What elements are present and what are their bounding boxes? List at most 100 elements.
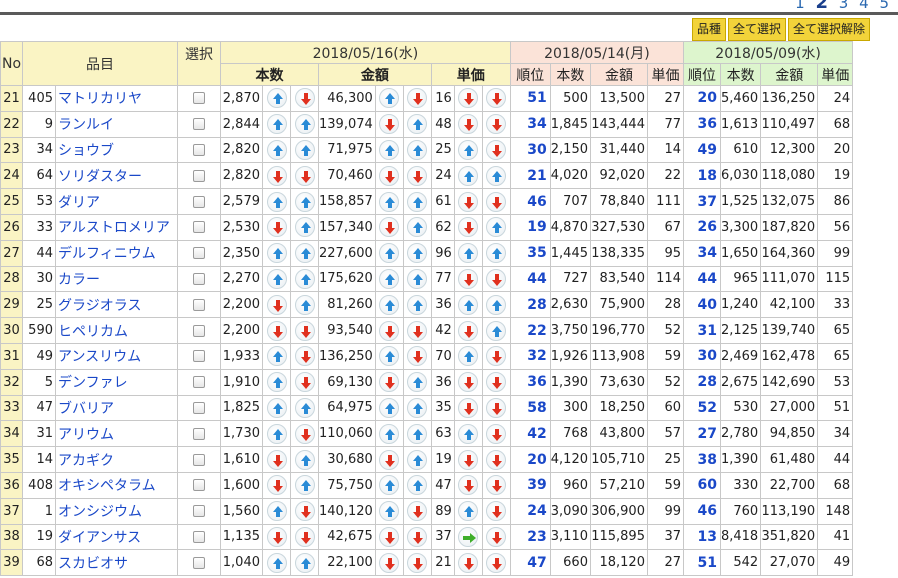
arrow-down-icon[interactable]: [379, 526, 400, 547]
item-name-link[interactable]: ヒペリカム: [55, 317, 178, 344]
item-name-link[interactable]: オキシペタラム: [55, 471, 178, 499]
item-name-link[interactable]: ショウブ: [55, 136, 178, 164]
col-amount[interactable]: 金額: [318, 63, 432, 86]
item-name-link[interactable]: オンシジウム: [55, 497, 178, 525]
arrow-up-icon[interactable]: [266, 191, 287, 212]
row-checkbox[interactable]: [193, 556, 205, 569]
row-checkbox[interactable]: [193, 169, 205, 182]
arrow-down-icon[interactable]: [458, 217, 479, 238]
arrow-down-icon[interactable]: [294, 372, 315, 393]
item-name-link[interactable]: ソリダスター: [55, 162, 178, 190]
arrow-down-icon[interactable]: [458, 397, 479, 418]
arrow-up-icon[interactable]: [486, 320, 507, 341]
arrow-down-icon[interactable]: [407, 320, 428, 341]
arrow-up-icon[interactable]: [266, 243, 287, 264]
arrow-up-icon[interactable]: [486, 294, 507, 315]
arrow-down-icon[interactable]: [294, 501, 315, 522]
arrow-down-icon[interactable]: [379, 217, 400, 238]
arrow-down-icon[interactable]: [379, 320, 400, 341]
arrow-up-icon[interactable]: [266, 552, 287, 573]
arrow-up-icon[interactable]: [407, 372, 428, 393]
row-checkbox[interactable]: [193, 350, 205, 363]
arrow-up-icon[interactable]: [458, 243, 479, 264]
arrow-down-icon[interactable]: [458, 268, 479, 289]
arrow-up-icon[interactable]: [379, 423, 400, 444]
arrow-up-icon[interactable]: [294, 139, 315, 160]
arrow-up-icon[interactable]: [379, 243, 400, 264]
select-all-button[interactable]: 全て選択: [727, 18, 786, 41]
arrow-up-icon[interactable]: [458, 423, 479, 444]
row-checkbox[interactable]: [193, 272, 205, 285]
arrow-up-icon[interactable]: [266, 397, 287, 418]
arrow-up-icon[interactable]: [294, 294, 315, 315]
arrow-up-icon[interactable]: [379, 294, 400, 315]
row-checkbox[interactable]: [193, 221, 205, 234]
arrow-down-icon[interactable]: [266, 165, 287, 186]
deselect-all-button[interactable]: 全て選択解除: [787, 18, 870, 41]
page-link-1[interactable]: 1: [795, 0, 808, 12]
arrow-up-icon[interactable]: [266, 88, 287, 109]
arrow-down-icon[interactable]: [486, 423, 507, 444]
arrow-up-icon[interactable]: [266, 268, 287, 289]
arrow-down-icon[interactable]: [486, 449, 507, 470]
arrow-up-icon[interactable]: [294, 449, 315, 470]
arrow-down-icon[interactable]: [379, 165, 400, 186]
row-checkbox[interactable]: [193, 92, 205, 105]
arrow-up-icon[interactable]: [407, 294, 428, 315]
item-name-link[interactable]: アカギク: [55, 446, 178, 473]
item-name-link[interactable]: デンファレ: [55, 368, 178, 396]
arrow-up-icon[interactable]: [407, 268, 428, 289]
arrow-down-icon[interactable]: [379, 449, 400, 470]
arrow-down-icon[interactable]: [486, 114, 507, 135]
arrow-down-icon[interactable]: [458, 88, 479, 109]
arrow-down-icon[interactable]: [486, 397, 507, 418]
arrow-down-icon[interactable]: [458, 552, 479, 573]
category-button[interactable]: 品種: [691, 18, 726, 41]
arrow-up-icon[interactable]: [294, 114, 315, 135]
arrow-down-icon[interactable]: [486, 139, 507, 160]
arrow-down-icon[interactable]: [486, 501, 507, 522]
row-checkbox[interactable]: [193, 530, 205, 543]
arrow-up-icon[interactable]: [379, 139, 400, 160]
arrow-down-icon[interactable]: [407, 552, 428, 573]
arrow-up-icon[interactable]: [266, 501, 287, 522]
arrow-down-icon[interactable]: [458, 449, 479, 470]
col-unit-price[interactable]: 単価: [430, 63, 511, 86]
row-checkbox[interactable]: [193, 324, 205, 337]
arrow-down-icon[interactable]: [486, 88, 507, 109]
arrow-down-icon[interactable]: [407, 346, 428, 367]
arrow-up-icon[interactable]: [266, 423, 287, 444]
arrow-up-icon[interactable]: [407, 139, 428, 160]
arrow-down-icon[interactable]: [486, 372, 507, 393]
arrow-up-icon[interactable]: [379, 501, 400, 522]
arrow-down-icon[interactable]: [486, 552, 507, 573]
arrow-up-icon[interactable]: [407, 449, 428, 470]
item-name-link[interactable]: ダイアンサス: [55, 523, 178, 551]
arrow-up-icon[interactable]: [379, 475, 400, 496]
arrow-up-icon[interactable]: [407, 114, 428, 135]
arrow-up-icon[interactable]: [379, 268, 400, 289]
arrow-down-icon[interactable]: [294, 165, 315, 186]
item-name-link[interactable]: デルフィニウム: [55, 239, 178, 267]
row-checkbox[interactable]: [193, 479, 205, 492]
item-name-link[interactable]: ランルイ: [55, 110, 178, 138]
arrow-up-icon[interactable]: [294, 217, 315, 238]
arrow-down-icon[interactable]: [294, 423, 315, 444]
arrow-up-icon[interactable]: [379, 88, 400, 109]
item-name-link[interactable]: スカビオサ: [55, 549, 178, 577]
arrow-up-icon[interactable]: [407, 243, 428, 264]
arrow-up-icon[interactable]: [486, 217, 507, 238]
arrow-up-icon[interactable]: [294, 191, 315, 212]
arrow-down-icon[interactable]: [266, 217, 287, 238]
arrow-up-icon[interactable]: [294, 397, 315, 418]
arrow-down-icon[interactable]: [294, 526, 315, 547]
arrow-up-icon[interactable]: [458, 294, 479, 315]
arrow-up-icon[interactable]: [379, 346, 400, 367]
arrow-down-icon[interactable]: [294, 346, 315, 367]
arrow-up-icon[interactable]: [407, 217, 428, 238]
arrow-up-icon[interactable]: [407, 397, 428, 418]
row-checkbox[interactable]: [193, 505, 205, 518]
item-name-link[interactable]: ダリア: [55, 188, 178, 215]
arrow-up-icon[interactable]: [379, 191, 400, 212]
arrow-up-icon[interactable]: [407, 475, 428, 496]
